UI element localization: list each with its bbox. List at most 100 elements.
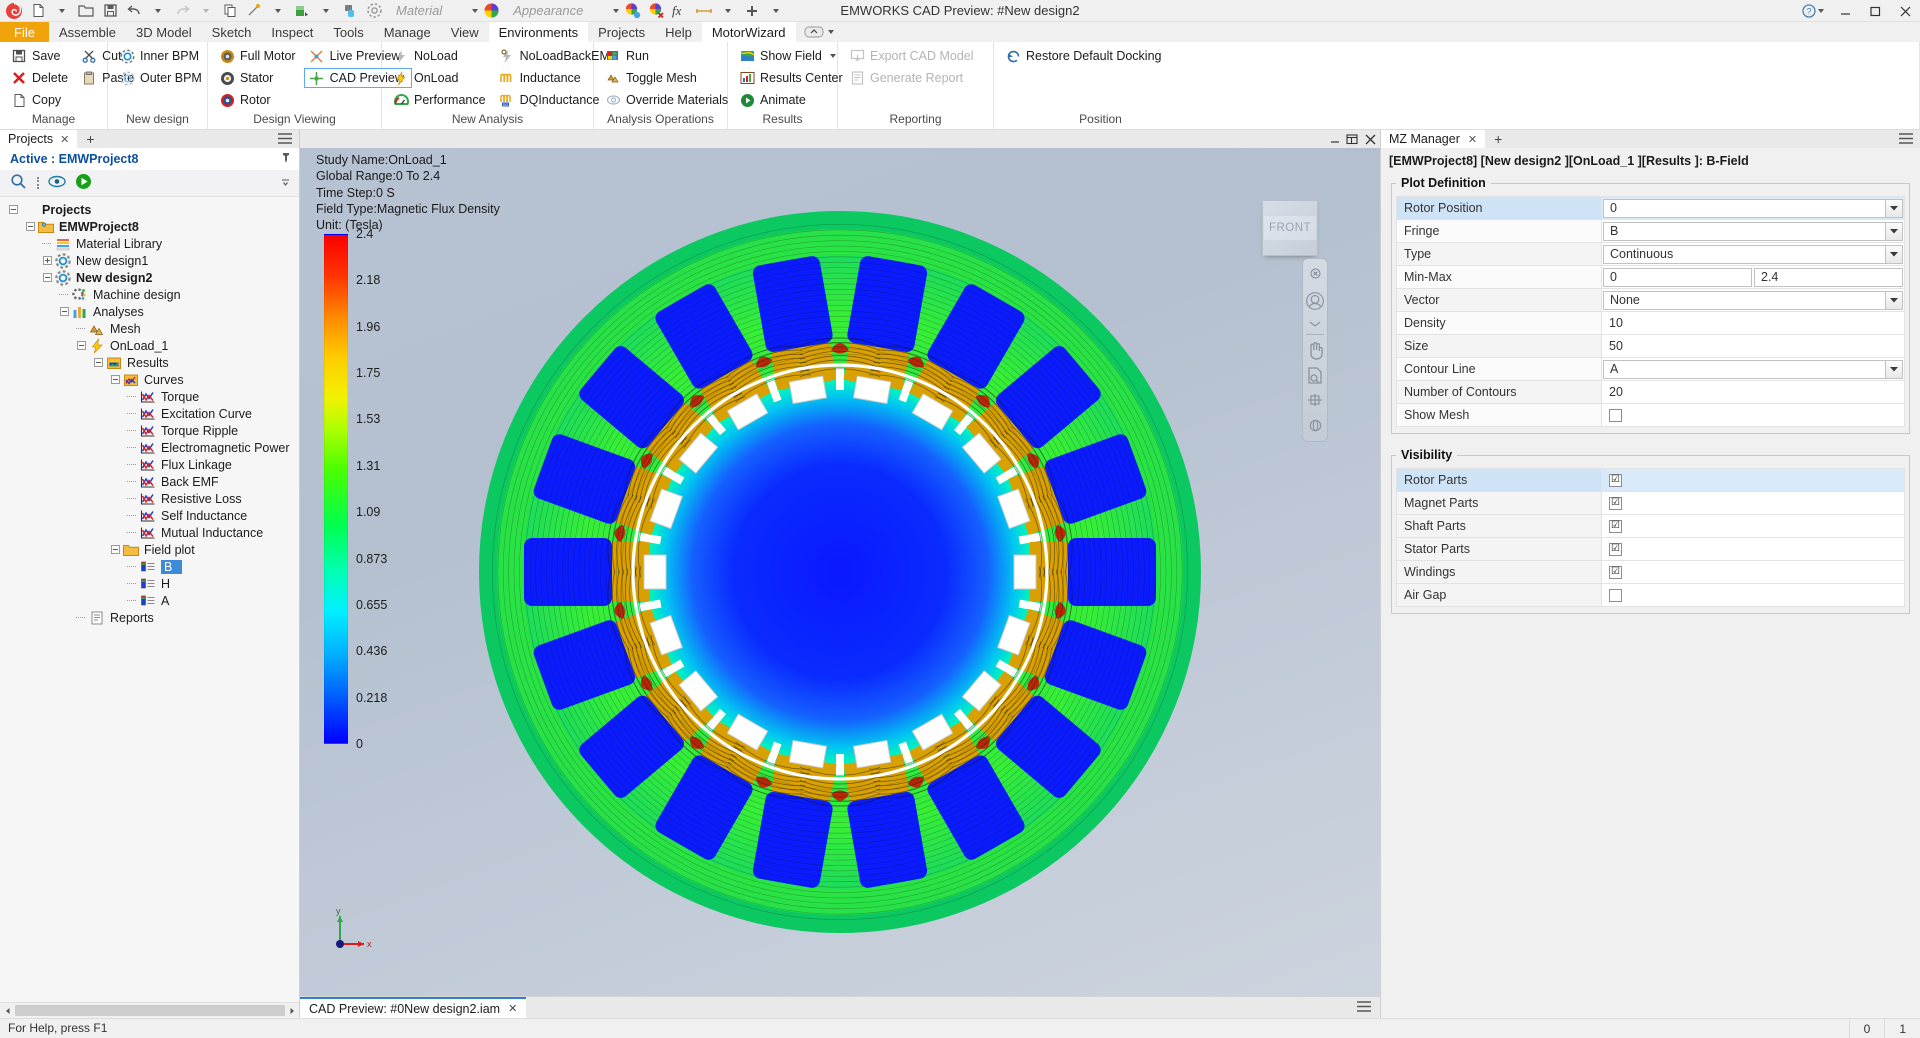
min-max-min-input[interactable]: 0 <box>1603 267 1752 287</box>
shaft-parts-visibility-checkbox[interactable]: ☑ <box>1602 516 1904 537</box>
min-max-max-input[interactable]: 2.4 <box>1754 267 1903 287</box>
stator-parts-visibility-checkbox[interactable]: ☑ <box>1602 539 1904 560</box>
onload-button[interactable]: OnLoad <box>388 68 494 88</box>
performance-button[interactable]: Performance <box>388 90 494 110</box>
outer-bpm-button[interactable]: Outer BPM <box>114 68 210 88</box>
tree-item-emwproject8[interactable]: EMWProject8 <box>0 218 299 235</box>
collapse-expander-icon[interactable] <box>8 204 19 215</box>
contour-line-combobox[interactable]: A <box>1603 359 1903 379</box>
tree-item-analyses[interactable]: Analyses <box>0 303 299 320</box>
tree-item-excitation-curve[interactable]: Excitation Curve <box>0 405 299 422</box>
chevron-down-icon[interactable] <box>195 1 217 21</box>
collapse-expander-icon[interactable] <box>110 374 121 385</box>
chevron-down-icon[interactable] <box>472 8 479 13</box>
collapse-expander-icon[interactable] <box>110 544 121 555</box>
viewport-minimize-icon[interactable] <box>1326 130 1343 148</box>
override-materials-button[interactable]: Override Materials <box>600 90 736 110</box>
chevron-down-icon[interactable] <box>315 1 337 21</box>
animate-button[interactable]: Animate <box>734 90 851 110</box>
viewport-close-icon[interactable] <box>1360 130 1380 148</box>
full-motor-button[interactable]: Full Motor <box>214 46 304 66</box>
tree-item-back-emf[interactable]: Back EMF <box>0 473 299 490</box>
left-arrow-icon[interactable] <box>0 1003 15 1018</box>
document-tab-cad-preview[interactable]: CAD Preview: #0New design2.iam ✕ <box>300 996 527 1019</box>
help-question-icon[interactable]: ? <box>1796 4 1830 18</box>
measure-tool-icon[interactable] <box>243 1 265 21</box>
appearance-palette-icon[interactable] <box>621 1 643 21</box>
appearance-clear-icon[interactable] <box>645 1 667 21</box>
project-tree[interactable]: Projects EMWProject8 Material Library New d… <box>0 197 299 1002</box>
tree-item-a[interactable]: A <box>0 592 299 609</box>
delete-button[interactable]: Delete <box>6 68 76 88</box>
menu-tab-file[interactable]: File <box>0 22 49 42</box>
chevron-down-icon[interactable] <box>717 1 739 21</box>
tree-item-reports[interactable]: Reports <box>0 609 299 626</box>
show-mesh-checkbox[interactable] <box>1602 405 1904 426</box>
save-button[interactable]: Save <box>6 46 76 66</box>
close-navbar-icon[interactable] <box>1305 263 1325 283</box>
checkbox-box[interactable] <box>1609 408 1622 422</box>
menu-tab-view[interactable]: View <box>441 22 489 42</box>
fringe-combobox[interactable]: B <box>1603 221 1903 241</box>
rotor-parts-visibility-checkbox[interactable]: ☑ <box>1602 470 1904 491</box>
menu-tab-help[interactable]: Help <box>655 22 702 42</box>
orbit-icon[interactable] <box>1305 288 1325 314</box>
appearance-color-wheel-icon[interactable] <box>480 1 502 21</box>
menu-tab-sketch[interactable]: Sketch <box>202 22 262 42</box>
material-assign-icon[interactable] <box>339 1 361 21</box>
menu-tab-inspect[interactable]: Inspect <box>261 22 323 42</box>
tree-item-self-inductance[interactable]: Self Inductance <box>0 507 299 524</box>
checkbox-box[interactable]: ☑ <box>1609 473 1622 487</box>
tree-item-new-design1[interactable]: New design1 <box>0 252 299 269</box>
menu-tab-projects[interactable]: Projects <box>588 22 655 42</box>
close-icon[interactable]: ✕ <box>1468 133 1477 146</box>
vector-combobox[interactable]: None <box>1603 290 1903 310</box>
orbit-free-icon[interactable] <box>1305 415 1325 435</box>
save-icon[interactable] <box>99 1 121 21</box>
number-of-contours-input[interactable]: 20 <box>1602 382 1904 403</box>
tree-item-torque[interactable]: Torque <box>0 388 299 405</box>
generate-report-button[interactable]: Generate Report <box>844 68 982 88</box>
material-selector[interactable]: Material <box>387 0 479 22</box>
menu-tab-tools[interactable]: Tools <box>323 22 373 42</box>
viewport-3d[interactable]: Study Name:OnLoad_1 Global Range:0 To 2.… <box>300 148 1380 996</box>
chevron-down-icon[interactable] <box>765 1 787 21</box>
dimension-icon[interactable] <box>693 1 715 21</box>
tree-item-curves[interactable]: Curves <box>0 371 299 388</box>
windings-visibility-checkbox[interactable]: ☑ <box>1602 562 1904 583</box>
tree-item-field-plot[interactable]: Field plot <box>0 541 299 558</box>
menu-tab-environments[interactable]: Environments <box>488 22 589 42</box>
show-field-button[interactable]: Show Field <box>734 46 851 66</box>
checkbox-box[interactable]: ☑ <box>1609 542 1622 556</box>
magnifier-icon[interactable] <box>10 173 27 193</box>
tree-item-new-design2[interactable]: New design2 <box>0 269 299 286</box>
type-combobox[interactable]: Continuous <box>1603 244 1903 264</box>
rotor-position-combobox[interactable]: 0 <box>1603 198 1903 218</box>
green-play-icon[interactable] <box>75 173 92 193</box>
export-cad-model-button[interactable]: Export CAD Model <box>844 46 982 66</box>
menu-tab-motorwizard[interactable]: MotorWizard <box>701 22 796 42</box>
chevron-down-icon[interactable] <box>267 1 289 21</box>
air-gap-visibility-checkbox[interactable] <box>1602 585 1904 606</box>
copy-icon[interactable] <box>219 1 241 21</box>
tree-item-torque-ripple[interactable]: Torque Ripple <box>0 422 299 439</box>
pan-hand-icon[interactable] <box>1305 340 1325 360</box>
eye-icon[interactable] <box>48 175 66 191</box>
collapse-expander-icon[interactable] <box>42 272 53 283</box>
tree-item-resistive-loss[interactable]: Resistive Loss <box>0 490 299 507</box>
checkbox-box[interactable] <box>1609 588 1622 602</box>
pin-icon[interactable] <box>281 152 291 167</box>
collapse-expander-icon[interactable] <box>76 340 87 351</box>
undo-icon[interactable] <box>123 1 145 21</box>
tree-item-material-library[interactable]: Material Library <box>0 235 299 252</box>
hamburger-menu-icon[interactable] <box>1356 1000 1372 1016</box>
redo-icon[interactable] <box>171 1 193 21</box>
tree-item-flux-linkage[interactable]: Flux Linkage <box>0 456 299 473</box>
chevron-down-icon[interactable] <box>829 54 836 58</box>
projects-panel-hscrollbar[interactable] <box>0 1002 299 1018</box>
hscroll-track[interactable] <box>15 1003 285 1018</box>
tree-item-b[interactable]: B <box>0 558 299 575</box>
collapse-expander-icon[interactable] <box>93 357 104 368</box>
checkbox-box[interactable]: ☑ <box>1609 565 1622 579</box>
menu-tab-assemble[interactable]: Assemble <box>49 22 126 42</box>
